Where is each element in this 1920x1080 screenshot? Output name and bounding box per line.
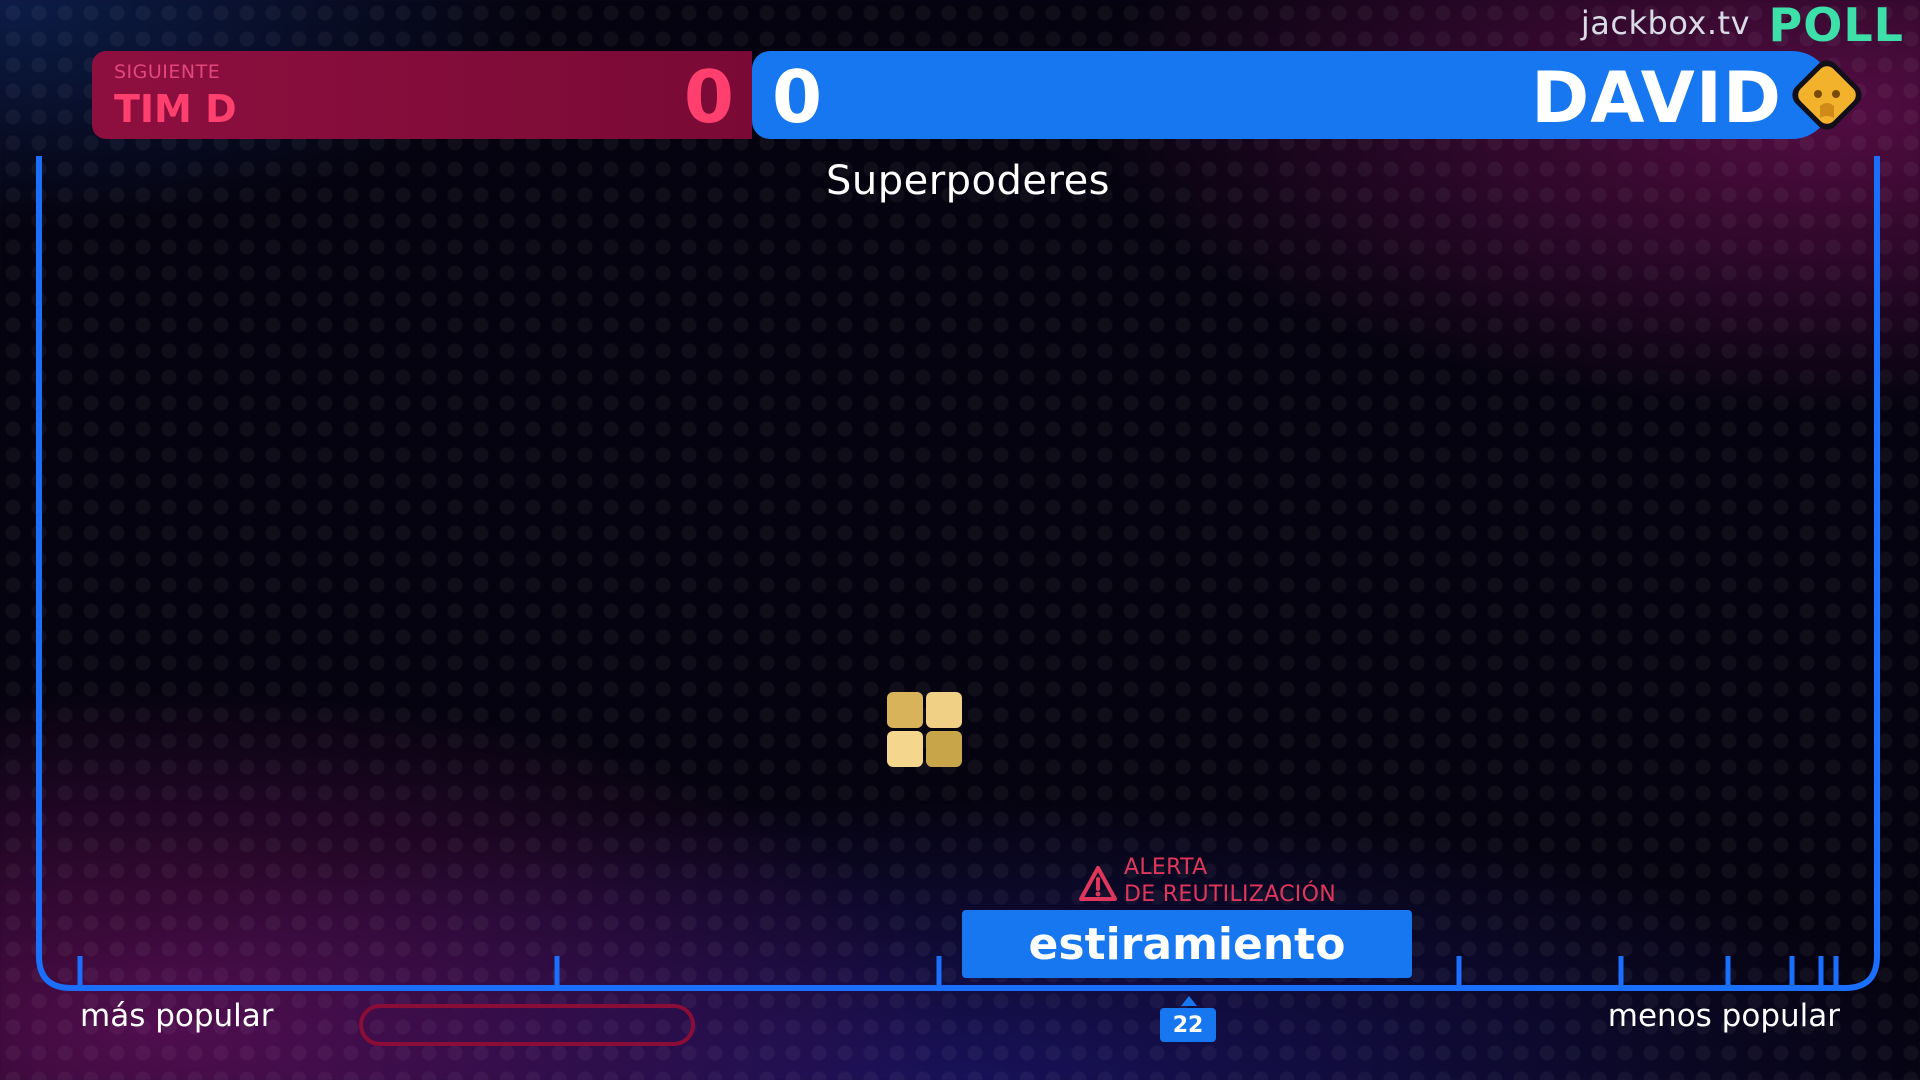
most-popular-label: más popular (80, 998, 274, 1034)
answer-tile-cluster (887, 692, 962, 767)
count-badge-notch (1181, 996, 1197, 1006)
jackbox-url: jackbox.tv (1580, 4, 1750, 42)
ranking-board-frame (36, 156, 1880, 991)
empty-answer-slot (359, 1004, 695, 1046)
blue-team-panel: 0 DAVID (752, 51, 1862, 139)
score-bar: SIGUIENTE TIM D 0 0 DAVID (92, 51, 1862, 139)
red-player-name: TIM D (114, 87, 237, 131)
next-label: SIGUIENTE (114, 61, 221, 83)
reuse-warning-text: ALERTA DE REUTILIZACIÓN (1124, 854, 1336, 908)
red-score: 0 (683, 55, 734, 139)
game-logo: POLL (1768, 0, 1904, 52)
warning-triangle-icon (1079, 866, 1117, 901)
answer-count-badge: 22 (1160, 1008, 1216, 1042)
reuse-warning-line2: DE REUTILIZACIÓN (1124, 882, 1336, 907)
reuse-warning: ALERTA DE REUTILIZACIÓN (1076, 854, 1376, 910)
red-team-panel: SIGUIENTE TIM D 0 (92, 51, 752, 139)
answer-card[interactable]: estiramiento (962, 910, 1412, 978)
blue-score: 0 (772, 55, 823, 139)
reuse-warning-line1: ALERTA (1124, 855, 1208, 880)
blue-player-name: DAVID (1531, 57, 1782, 139)
yellow-diamond-face-icon (1792, 60, 1862, 130)
least-popular-label: menos popular (1607, 998, 1840, 1034)
